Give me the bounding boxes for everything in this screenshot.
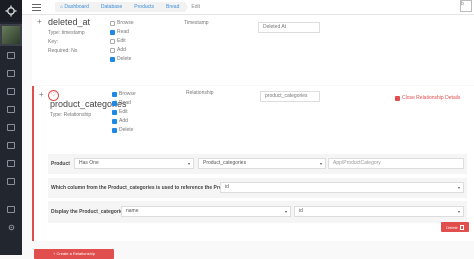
field-required: Required: No xyxy=(48,48,78,54)
sidebar-item-roles[interactable] xyxy=(0,100,22,118)
breadcrumb-dashboard[interactable]: ⌂ Dashboard xyxy=(55,2,98,12)
sidebar-item-categories[interactable] xyxy=(0,118,22,136)
model-label: Product xyxy=(51,161,70,167)
relationship-row-reference: Which column from the Product_categories… xyxy=(48,178,467,198)
chevron-down-icon: ▾ xyxy=(187,161,190,166)
breadcrumb-products[interactable]: Products xyxy=(128,2,163,12)
sidebar-item-pages[interactable] xyxy=(0,154,22,172)
reference-column-question: Which column from the Product_categories… xyxy=(51,185,236,191)
media-icon xyxy=(7,69,15,77)
settings-gear-icon xyxy=(8,224,14,230)
display-name-input[interactable]: Deleted At xyxy=(258,22,320,33)
checkbox-edit[interactable]: Edit xyxy=(110,38,126,44)
sidebar-item-products[interactable] xyxy=(0,172,22,190)
sidebar-item-media[interactable] xyxy=(0,64,22,82)
main-content: + deleted_at Type: timestamp Key: Requir… xyxy=(22,15,474,255)
voyager-logo-icon[interactable] xyxy=(0,0,22,22)
relationship-column-type: Relationship xyxy=(186,90,214,96)
sidebar-item-dashboard[interactable] xyxy=(0,46,22,64)
display-column-question: Display the Product_categories xyxy=(51,209,126,215)
categories-icon xyxy=(7,123,15,131)
reference-column-select[interactable]: id ▾ xyxy=(220,182,464,193)
chevron-down-icon: ▾ xyxy=(319,161,322,166)
relationship-display-name-input[interactable]: product_categories xyxy=(260,91,320,102)
checkbox-add[interactable]: Add xyxy=(110,47,126,53)
lock-icon xyxy=(7,105,15,113)
close-relationship-button[interactable]: Close Relationship Details xyxy=(395,95,460,101)
sidebar xyxy=(0,0,22,255)
field-type: Type: timestamp xyxy=(48,30,85,36)
field-key: Key: xyxy=(48,39,59,45)
checkbox-delete[interactable]: Delete xyxy=(110,56,131,62)
field-column-type: Timestamp xyxy=(184,20,209,26)
tools-icon xyxy=(7,205,15,213)
display-column-select[interactable]: name ▾ xyxy=(121,206,291,217)
users-icon xyxy=(7,87,15,95)
field-row-deleted-at: + deleted_at Type: timestamp Key: Requir… xyxy=(32,15,474,85)
related-table-select[interactable]: Product_categories ▾ xyxy=(198,158,326,169)
create-relationship-button[interactable]: + Create a Relationship xyxy=(34,249,114,259)
delete-relationship-button[interactable]: Delete xyxy=(441,222,469,232)
checkbox-browse[interactable]: Browse xyxy=(112,91,136,97)
trash-icon xyxy=(459,224,464,230)
chevron-down-icon: ▾ xyxy=(284,209,287,214)
posts-icon xyxy=(7,141,15,149)
relationship-type-select[interactable]: Has One ▾ xyxy=(74,158,194,169)
sidebar-item-posts[interactable] xyxy=(0,136,22,154)
sidebar-item-tools[interactable] xyxy=(0,200,22,218)
products-icon xyxy=(7,177,15,185)
chevron-down-icon: ▾ xyxy=(457,185,460,190)
checkbox-read[interactable]: Read xyxy=(110,29,129,35)
model-namespace-input[interactable]: App\ProductCategory xyxy=(328,158,464,169)
broken-image-icon[interactable]: b xyxy=(460,0,472,12)
dashboard-icon xyxy=(7,51,15,59)
drag-plus-icon[interactable]: + xyxy=(37,17,42,26)
top-navbar: ⌂ Dashboard Database Products Bread Edit… xyxy=(22,0,474,15)
dashboard-icon: ⌂ xyxy=(60,4,64,10)
breadcrumb: ⌂ Dashboard Database Products Bread Edit xyxy=(55,2,206,12)
relationship-type: Type: Relationship xyxy=(50,112,92,118)
relationship-row-display: Display the Product_categories name ▾ id ▾ xyxy=(48,201,467,223)
sidebar-item-settings[interactable] xyxy=(0,218,22,236)
relationship-panel: + ♡ product_categories Type: Relationshi… xyxy=(32,86,474,241)
drag-plus-icon[interactable]: + xyxy=(39,90,44,99)
breadcrumb-edit: Edit xyxy=(185,2,206,12)
chevron-down-icon: ▾ xyxy=(457,209,460,214)
checkbox-edit[interactable]: Edit xyxy=(112,109,128,115)
breadcrumb-bread[interactable]: Bread xyxy=(160,2,189,12)
checkbox-read[interactable]: Read xyxy=(112,100,131,106)
sidebar-item-users[interactable] xyxy=(0,82,22,100)
checkbox-add[interactable]: Add xyxy=(112,118,128,124)
checkbox-delete[interactable]: Delete xyxy=(112,127,133,133)
pages-icon xyxy=(7,159,15,167)
hamburger-menu-icon[interactable] xyxy=(32,2,41,13)
relationship-row-model: Product Has One ▾ Product_categories ▾ App… xyxy=(48,154,467,174)
checkbox-icon xyxy=(395,95,400,101)
store-column-select[interactable]: id ▾ xyxy=(294,206,464,217)
field-name: deleted_at xyxy=(48,17,91,27)
breadcrumb-database[interactable]: Database xyxy=(94,2,132,12)
checkbox-browse[interactable]: Browse xyxy=(110,20,134,26)
user-avatar[interactable] xyxy=(0,24,22,46)
